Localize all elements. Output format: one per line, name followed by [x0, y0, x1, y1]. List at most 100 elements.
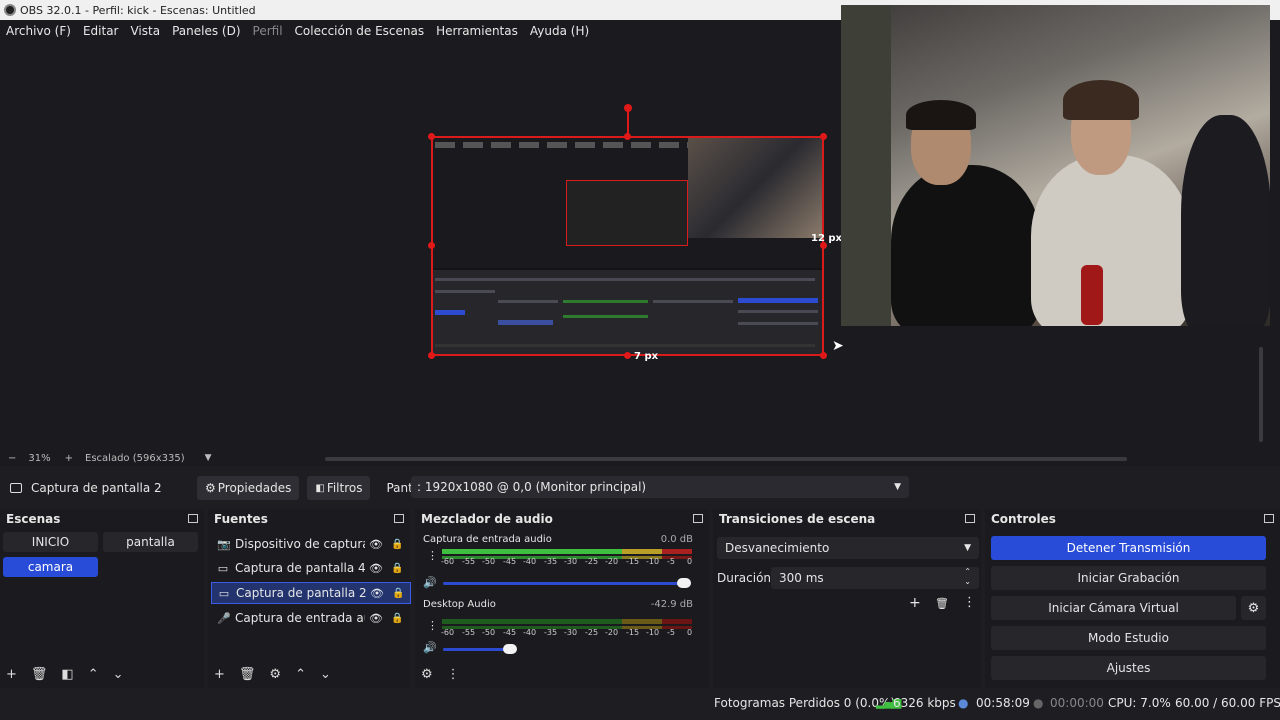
add-scene-icon[interactable]: + [6, 667, 17, 682]
scene-camara[interactable]: camara [3, 557, 98, 577]
nested-camera-thumbnail [688, 138, 822, 238]
nested-obs-preview [433, 138, 822, 268]
meter-tick-label: 0 [687, 628, 693, 637]
level-meter [442, 619, 692, 624]
scaling-mode[interactable]: Escalado (596x335) [85, 453, 185, 464]
trash-icon[interactable]: 🗑 [31, 667, 48, 682]
meter-tick-label: -30 [564, 557, 578, 566]
meter-tick-label: -20 [605, 557, 619, 566]
source-item-pantalla-4[interactable]: ▭ Captura de pantalla 4 👁 🔒 [211, 557, 411, 579]
resize-handle-t[interactable] [624, 133, 631, 140]
meter-tick-label: -5 [667, 628, 675, 637]
undock-icon[interactable] [1264, 514, 1274, 523]
resize-handle-bl[interactable] [428, 352, 435, 359]
eye-icon[interactable]: 👁 [369, 538, 383, 551]
gear-icon[interactable]: ⚙ [269, 667, 281, 682]
move-up-icon[interactable]: ⌃ [295, 667, 306, 682]
lock-icon[interactable]: 🔒 [391, 539, 403, 550]
recording-icon: ● [1033, 696, 1044, 710]
eye-icon[interactable]: 👁 [369, 562, 383, 575]
source-item-pantalla-2[interactable]: ▭ Captura de pantalla 2 👁 🔒 [211, 582, 411, 604]
selected-source-preview[interactable] [431, 136, 824, 356]
eye-icon[interactable]: 👁 [370, 587, 384, 600]
menu-coleccion-escenas[interactable]: Colección de Escenas [295, 24, 425, 38]
menu-editar[interactable]: Editar [83, 24, 119, 38]
camera-feed [841, 5, 1270, 326]
monitor-icon: ▭ [217, 561, 229, 575]
add-transition-icon[interactable]: + [909, 595, 921, 611]
menu-vista[interactable]: Vista [130, 24, 160, 38]
undock-icon[interactable] [394, 514, 404, 523]
volume-slider-track[interactable] [443, 582, 691, 585]
undock-icon[interactable] [188, 514, 198, 523]
duration-input[interactable]: 300 ms ⌃ ⌄ [771, 567, 979, 589]
lock-icon[interactable]: 🔒 [392, 588, 404, 599]
trash-icon[interactable]: 🗑 [935, 597, 949, 610]
scene-inicio[interactable]: INICIO [3, 532, 98, 552]
streaming-icon: ● [958, 696, 969, 710]
stop-stream-button[interactable]: Detener Transmisión [991, 536, 1266, 560]
scene-pantalla[interactable]: pantalla [103, 532, 198, 552]
eye-icon[interactable]: 👁 [369, 612, 383, 625]
transition-select[interactable]: Desvanecimiento ▼ [717, 537, 979, 559]
meter-tick-label: -25 [585, 557, 599, 566]
start-recording-button[interactable]: Iniciar Grabación [991, 566, 1266, 590]
add-source-icon[interactable]: + [214, 667, 225, 682]
resize-handle-b[interactable] [624, 352, 631, 359]
meter-tick-label: -60 [441, 557, 455, 566]
trash-icon[interactable]: 🗑 [239, 667, 256, 682]
start-virtual-camera-button[interactable]: Iniciar Cámara Virtual [991, 596, 1236, 620]
resize-handle-br[interactable] [820, 352, 827, 359]
preview-horizontal-scrollbar[interactable] [325, 457, 1127, 461]
resize-handle-tl[interactable] [428, 133, 435, 140]
scene-filters-icon[interactable]: ◧ [61, 667, 73, 682]
status-bar: Fotogramas Perdidos 0 (0.0%) ▂▄▆ 6326 kb… [0, 692, 1280, 716]
window-title: OBS 32.0.1 - Perfil: kick - Escenas: Unt… [20, 3, 256, 17]
resize-handle-l[interactable] [428, 242, 435, 249]
speaker-icon[interactable]: 🔊 [423, 641, 437, 654]
bitrate: 6326 kbps [893, 696, 956, 710]
monitor-icon [10, 483, 22, 493]
menu-archivo[interactable]: Archivo (F) [6, 24, 71, 38]
volume-slider-knob[interactable] [677, 578, 691, 588]
filters-button[interactable]: ◧ Filtros [307, 476, 371, 500]
nested-obs-docks [433, 270, 822, 354]
menu-herramientas[interactable]: Herramientas [436, 24, 518, 38]
volume-slider-knob[interactable] [503, 644, 517, 654]
meter-tick-label: -40 [523, 557, 537, 566]
stepper-icon[interactable]: ⌃ ⌄ [964, 567, 971, 587]
channel-db: -42.9 dB [650, 599, 693, 610]
undock-icon[interactable] [965, 514, 975, 523]
display-select[interactable]: : 1920x1080 @ 0,0 (Monitor principal) ▼ [411, 476, 909, 498]
rotation-handle[interactable] [624, 104, 632, 112]
meter-tick-label: -15 [626, 557, 640, 566]
menu-ayuda[interactable]: Ayuda (H) [530, 24, 589, 38]
kebab-menu-icon[interactable]: ⋮ [447, 667, 460, 682]
lock-icon[interactable]: 🔒 [391, 563, 403, 574]
move-down-icon[interactable]: ⌄ [320, 667, 331, 682]
settings-button[interactable]: Ajustes [991, 656, 1266, 680]
speaker-icon[interactable]: 🔊 [423, 576, 437, 589]
undock-icon[interactable] [693, 514, 703, 523]
source-item-audio[interactable]: 🎤 Captura de entrada audic 👁 🔒 [211, 607, 411, 629]
kebab-menu-icon[interactable]: ⋮ [427, 619, 438, 632]
advanced-audio-icon[interactable]: ⚙ [421, 667, 433, 682]
virtual-camera-settings-gear-icon[interactable]: ⚙ [1241, 596, 1266, 620]
meter-tick-label: -45 [503, 557, 517, 566]
meter-tick-label: -50 [482, 628, 496, 637]
move-down-icon[interactable]: ⌄ [113, 667, 124, 682]
menu-paneles[interactable]: Paneles (D) [172, 24, 240, 38]
menu-perfil[interactable]: Perfil [253, 24, 283, 38]
kebab-menu-icon[interactable]: ⋮ [427, 549, 438, 562]
scaling-dropdown-icon[interactable]: ▼ [205, 453, 212, 463]
zoom-in-button[interactable]: + [65, 453, 73, 464]
kebab-menu-icon[interactable]: ⋮ [963, 595, 976, 610]
studio-mode-button[interactable]: Modo Estudio [991, 626, 1266, 650]
lock-icon[interactable]: 🔒 [391, 613, 403, 624]
move-up-icon[interactable]: ⌃ [88, 667, 99, 682]
properties-button[interactable]: ⚙ Propiedades [197, 476, 300, 500]
zoom-out-button[interactable]: − [8, 453, 16, 464]
source-item-dispositivo[interactable]: 📷 Dispositivo de captura de 👁 🔒 [211, 533, 411, 555]
resize-handle-tr[interactable] [820, 133, 827, 140]
mouse-cursor-icon: ➤ [832, 338, 844, 354]
